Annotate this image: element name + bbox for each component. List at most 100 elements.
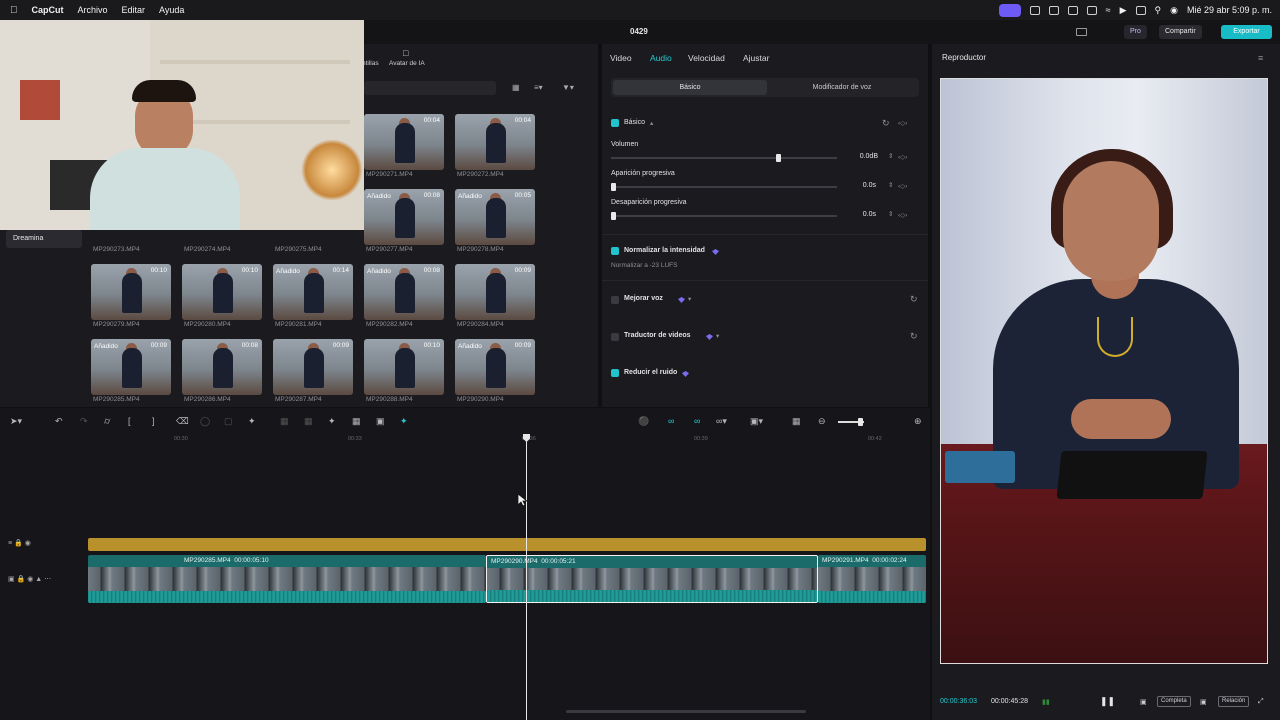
media-thumbnail[interactable]: 00:10 [182, 264, 262, 320]
fade-in-slider-knob[interactable] [611, 183, 616, 191]
ai-tool-icon[interactable]: ✦ [400, 416, 408, 427]
enhance-voice-checkbox[interactable] [611, 296, 619, 304]
freeze-icon[interactable]: ▦ [280, 416, 289, 427]
timeline-scrollbar[interactable] [566, 710, 806, 713]
fade-out-keyframe-icon[interactable]: ‹◇› [898, 211, 907, 219]
volume-keyframe-icon[interactable]: ‹◇› [898, 153, 907, 161]
denoise-label[interactable]: Reducir el ruido [624, 369, 677, 376]
ai-avatar-icon[interactable]: □ [403, 48, 408, 58]
fade-in-value[interactable]: 0.0s [846, 182, 876, 189]
tab-templates[interactable]: ntillas [362, 60, 379, 67]
tab-speed[interactable]: Velocidad [688, 53, 725, 63]
delete-icon[interactable]: ⌫ [176, 416, 189, 427]
preview-icon[interactable]: ▣▾ [750, 416, 763, 427]
seg-basic[interactable]: Básico [613, 80, 767, 95]
menu-editar[interactable]: Editar [122, 5, 146, 15]
fade-in-stepper-icon[interactable]: ⇕ [888, 181, 893, 189]
magic-icon[interactable]: ✦ [328, 416, 336, 427]
keyframe-icon[interactable]: ‹◇› [898, 119, 907, 127]
complete-button[interactable]: Completa [1157, 696, 1191, 707]
microphone-icon[interactable]: ⚫ [638, 416, 649, 427]
control-center-icon[interactable]: ◉ [1170, 5, 1178, 16]
media-thumbnail[interactable]: 00:10 [91, 264, 171, 320]
menubar-clock[interactable]: Mié 29 abr 5:09 p. m. [1187, 5, 1272, 15]
media-thumbnail[interactable]: 00:09 [455, 264, 535, 320]
fullscreen-icon[interactable]: ⤢ [1258, 698, 1264, 706]
status-icon-3[interactable] [1067, 5, 1078, 15]
denoise-checkbox[interactable] [611, 369, 619, 377]
filter-icon[interactable]: ▼▾ [562, 83, 574, 92]
tab-audio[interactable]: Audio [650, 53, 672, 63]
seg-voice-modifier[interactable]: Modificador de voz [767, 80, 917, 95]
chevron-down-icon[interactable]: ▾ [688, 295, 691, 303]
grid-view-icon[interactable]: ▦ [512, 83, 520, 92]
mirror-icon[interactable]: ▦ [304, 416, 313, 427]
reset-icon[interactable]: ↻ [910, 331, 918, 342]
auto-cut-icon[interactable]: ✦ [248, 416, 256, 427]
apple-icon[interactable]:  [10, 5, 18, 16]
media-thumbnail[interactable]: 00:09 [273, 339, 353, 395]
media-thumbnail[interactable]: 00:09 Añadido [455, 339, 535, 395]
search-icon[interactable]: ⚲ [1155, 5, 1162, 16]
enhance-voice-label[interactable]: Mejorar voz [624, 295, 663, 302]
media-thumbnail[interactable]: 00:04 [364, 114, 444, 170]
export-button[interactable]: Exportar [1221, 25, 1272, 39]
caption-track-icon[interactable]: ▦ [792, 416, 801, 427]
undo-icon[interactable]: ↶ [55, 416, 63, 427]
video-clip[interactable]: MP290285.MP4 00:00:05:10 [88, 555, 486, 603]
media-thumbnail[interactable]: 00:04 [455, 114, 535, 170]
reset-icon[interactable]: ↻ [910, 294, 918, 305]
menu-app-name[interactable]: CapCut [32, 5, 64, 15]
select-tool-icon[interactable]: ➤▾ [10, 416, 22, 427]
shield-icon[interactable]: ◯ [200, 416, 210, 427]
playhead[interactable] [526, 434, 527, 720]
translator-label[interactable]: Traductor de videos [624, 332, 691, 339]
chain-icon[interactable]: ∞▾ [716, 416, 727, 427]
audio-track-clip[interactable] [88, 538, 926, 551]
volume-value[interactable]: 0.0dB [848, 153, 878, 160]
pro-button[interactable]: Pro [1124, 25, 1147, 39]
focus-icon[interactable]: ▣ [1200, 698, 1207, 706]
zoom-out-icon[interactable]: ⊖ [818, 416, 826, 427]
wifi-icon[interactable]: ≈ [1106, 5, 1111, 15]
play-status-icon[interactable]: ▶ [1120, 5, 1127, 16]
timeline-ruler[interactable]: 00:30 00:33 00:36 00:39 00:42 [88, 434, 930, 446]
menu-ayuda[interactable]: Ayuda [159, 5, 184, 15]
zoom-slider-knob[interactable] [858, 418, 863, 426]
video-preview[interactable] [940, 78, 1268, 664]
zoom-in-icon[interactable]: ⊕ [914, 416, 922, 427]
menu-archivo[interactable]: Archivo [78, 5, 108, 15]
magnet-icon[interactable]: ∞ [694, 416, 700, 426]
media-search-input[interactable] [364, 81, 496, 95]
fade-out-value[interactable]: 0.0s [846, 211, 876, 218]
basic-section-label[interactable]: Básico [624, 119, 645, 126]
fade-out-stepper-icon[interactable]: ⇕ [888, 210, 893, 218]
reset-icon[interactable]: ↻ [882, 118, 890, 129]
pause-icon[interactable]: ❚❚ [1100, 696, 1115, 707]
link-icon[interactable]: ∞ [668, 416, 674, 426]
normalize-checkbox[interactable] [611, 247, 619, 255]
redo-icon[interactable]: ↷ [80, 416, 88, 427]
status-icon-4[interactable] [1135, 5, 1146, 15]
menu-icon[interactable]: ≡ [1258, 53, 1263, 63]
sidebar-item-dreamina[interactable]: Dreamina [6, 230, 82, 248]
share-button[interactable]: Compartir [1159, 25, 1202, 39]
media-thumbnail[interactable]: 00:09 Añadido [91, 339, 171, 395]
chevron-up-icon[interactable]: ▴ [650, 119, 653, 127]
fade-out-slider-knob[interactable] [611, 212, 616, 220]
sort-icon[interactable]: ≡▾ [534, 83, 543, 92]
video-clip[interactable]: MP290291.MP4 00:00:02:24 [818, 555, 926, 603]
volume-stepper-icon[interactable]: ⇕ [888, 152, 893, 160]
battery-icon[interactable] [1086, 5, 1097, 15]
layout-icon[interactable] [1076, 28, 1087, 36]
normalize-label[interactable]: Normalizar la intensidad [624, 247, 705, 254]
crop-icon[interactable]: ▢ [224, 416, 233, 427]
media-thumbnail[interactable]: 00:08 [182, 339, 262, 395]
media-thumbnail[interactable]: 00:08 Añadido [364, 189, 444, 245]
chevron-down-icon[interactable]: ▾ [716, 332, 719, 340]
status-icon-1[interactable] [1029, 5, 1040, 15]
trim-left-icon[interactable]: [ [128, 416, 131, 426]
image-icon[interactable]: ▣ [376, 416, 385, 427]
volume-slider-knob[interactable] [776, 154, 781, 162]
trim-right-icon[interactable]: ] [152, 416, 155, 426]
